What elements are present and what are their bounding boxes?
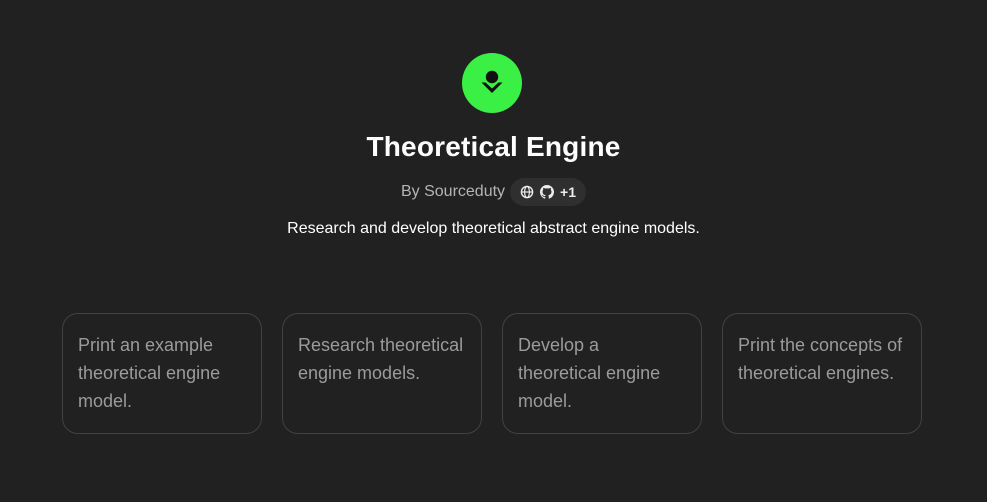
gpt-description: Research and develop theoretical abstrac… [287, 220, 700, 237]
more-links-count: +1 [560, 184, 577, 200]
conversation-starter-button[interactable]: Research theoretical engine models. [282, 313, 482, 434]
author-label: By Sourceduty [400, 183, 506, 200]
gpt-avatar [462, 53, 522, 113]
conversation-starter-button[interactable]: Print the concepts of theoretical engine… [722, 313, 922, 434]
conversation-starters: Print an example theoretical engine mode… [62, 313, 922, 434]
download-person-icon [481, 70, 503, 93]
byline: By Sourceduty +1 [0, 178, 987, 206]
gpt-title: Theoretical Engine [366, 131, 621, 162]
conversation-starter-button[interactable]: Print an example theoretical engine mode… [62, 313, 262, 434]
globe-icon [520, 185, 534, 199]
conversation-starter-button[interactable]: Develop a theoretical engine model. [502, 313, 702, 434]
github-icon [540, 185, 555, 199]
author-links-button[interactable]: +1 [510, 178, 587, 206]
gpt-intro-page: Theoretical Engine By Sourceduty +1 Rese… [0, 0, 987, 502]
